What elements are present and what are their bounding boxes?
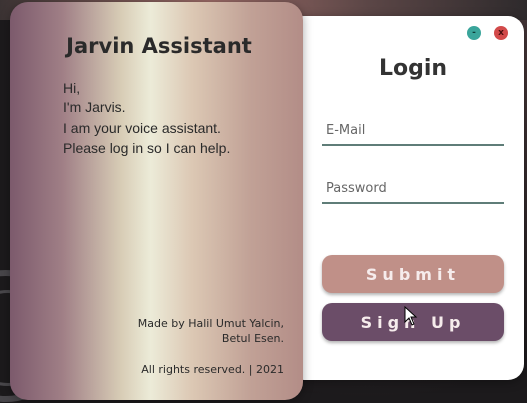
mouse-pointer-icon	[404, 306, 418, 326]
login-title: Login	[378, 56, 448, 81]
panel-title: Jarvin Assistant	[66, 34, 252, 58]
copyright-text: All rights reserved. | 2021	[141, 363, 284, 376]
credit-authors: Made by Halil Umut Yalcin,	[137, 317, 284, 330]
close-button[interactable]: x	[494, 26, 508, 40]
greeting-line: I'm Jarvis.	[63, 99, 126, 115]
greeting-line: I am your voice assistant.	[63, 120, 221, 136]
minimize-button[interactable]: -	[467, 26, 481, 40]
greeting-line: Please log in so I can help.	[63, 140, 231, 156]
password-field[interactable]	[322, 174, 504, 204]
submit-button[interactable]: Submit	[322, 255, 504, 293]
credit-authors-cont: Betul Esen.	[221, 332, 284, 345]
email-field[interactable]	[322, 116, 504, 146]
greeting-line: Hi,	[63, 80, 81, 96]
